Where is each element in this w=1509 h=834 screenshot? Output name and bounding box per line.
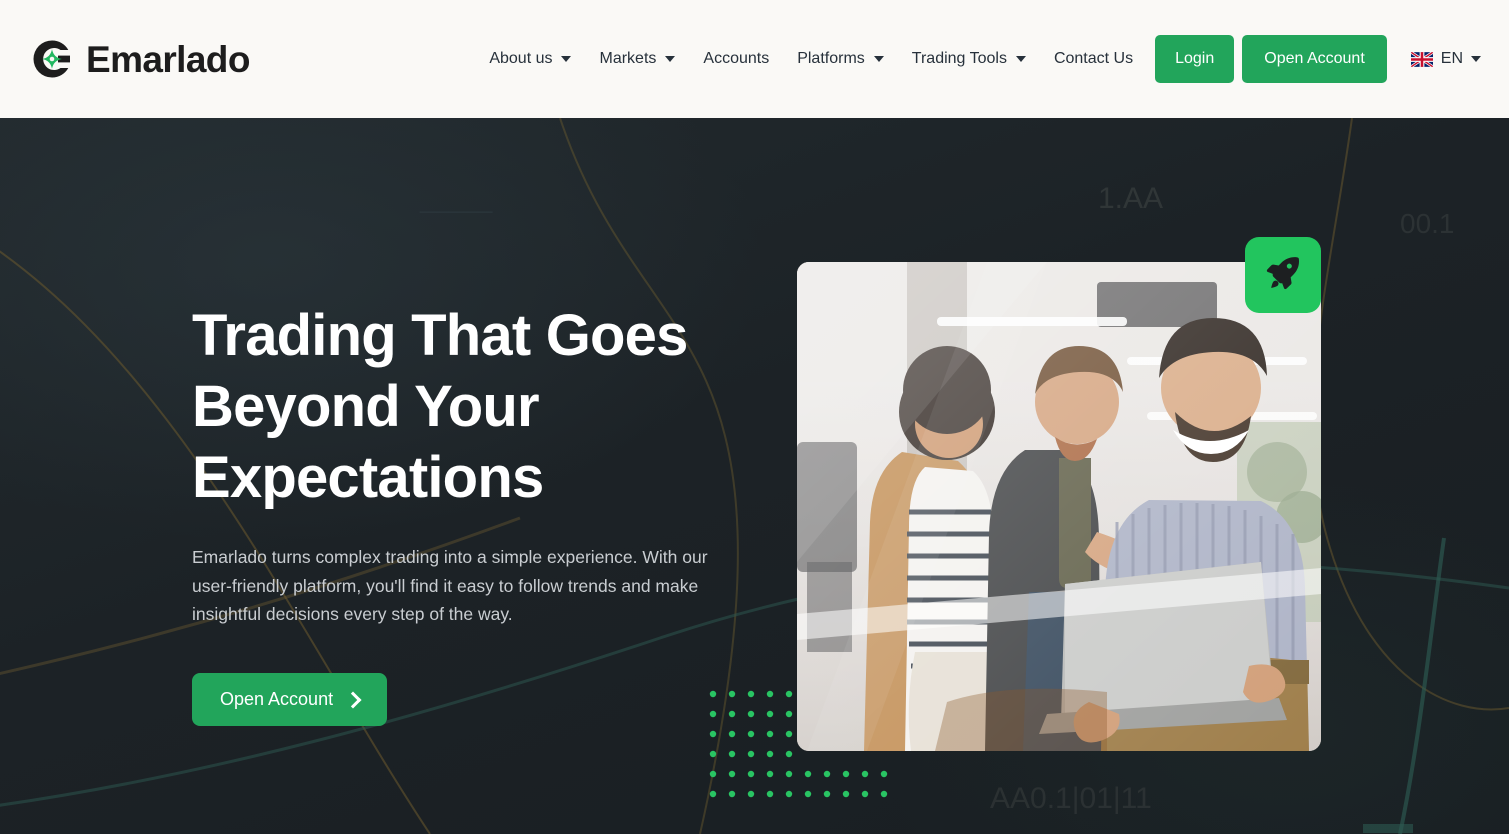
page-title: Trading That Goes Beyond Your Expectatio…: [192, 300, 767, 513]
brand-logo[interactable]: Emarlado: [30, 37, 250, 81]
nav-item-platforms[interactable]: Platforms: [783, 39, 898, 79]
nav-item-markets[interactable]: Markets: [585, 39, 689, 79]
chevron-down-icon: [1471, 56, 1481, 62]
chevron-down-icon: [561, 56, 572, 62]
language-code: EN: [1440, 50, 1463, 67]
nav-label: Markets: [599, 50, 657, 67]
svg-text:00.1: 00.1: [1400, 208, 1455, 239]
hero-subtitle: Emarlado turns complex trading into a si…: [192, 547, 708, 624]
hero-photo: [797, 262, 1321, 751]
language-selector[interactable]: EN: [1410, 50, 1481, 68]
nav-item-trading-tools[interactable]: Trading Tools: [898, 39, 1040, 79]
chevron-right-icon: [344, 691, 362, 708]
nav-label: About us: [489, 50, 553, 67]
brand-name: Emarlado: [86, 38, 250, 80]
nav-label: Accounts: [703, 50, 770, 67]
open-account-button-hero[interactable]: Open Account: [192, 672, 388, 726]
chevron-down-icon: [665, 56, 676, 62]
svg-text:AA0.1|01|11: AA0.1|01|11: [990, 782, 1152, 815]
hero-cta-label: Open Account: [220, 688, 334, 709]
nav-label: Platforms: [797, 50, 865, 67]
uk-flag-icon: [1410, 51, 1433, 67]
main-navigation: About us Markets Accounts Platforms Trad…: [475, 35, 1481, 83]
nav-item-contact-us[interactable]: Contact Us: [1040, 39, 1147, 79]
hero-title-line-1: Trading That Goes: [192, 303, 688, 368]
site-header: Emarlado About us Markets Accounts Platf…: [0, 0, 1509, 118]
chevron-down-icon: [1015, 56, 1026, 62]
nav-label: Contact Us: [1053, 50, 1134, 67]
nav-item-about-us[interactable]: About us: [475, 39, 585, 79]
chevron-down-icon: [873, 56, 884, 62]
hero-content: Trading That Goes Beyond Your Expectatio…: [192, 300, 767, 726]
rocket-badge: [1245, 237, 1321, 313]
login-button[interactable]: Login: [1155, 35, 1235, 83]
hero-title-line-2: Beyond Your: [192, 374, 540, 439]
hero-section: 1.AA 00.1 AA0.1|01|11 _____ Trading That…: [0, 118, 1509, 834]
svg-text:_____: _____: [419, 184, 493, 214]
hero-title-line-3: Expectations: [192, 445, 544, 510]
open-account-button-header[interactable]: Open Account: [1242, 35, 1387, 83]
rocket-icon: [1263, 253, 1303, 298]
svg-text:1.AA: 1.AA: [1098, 182, 1163, 215]
emarlado-target-logo-icon: [30, 37, 74, 81]
nav-label: Trading Tools: [911, 50, 1007, 67]
nav-item-accounts[interactable]: Accounts: [689, 39, 783, 79]
